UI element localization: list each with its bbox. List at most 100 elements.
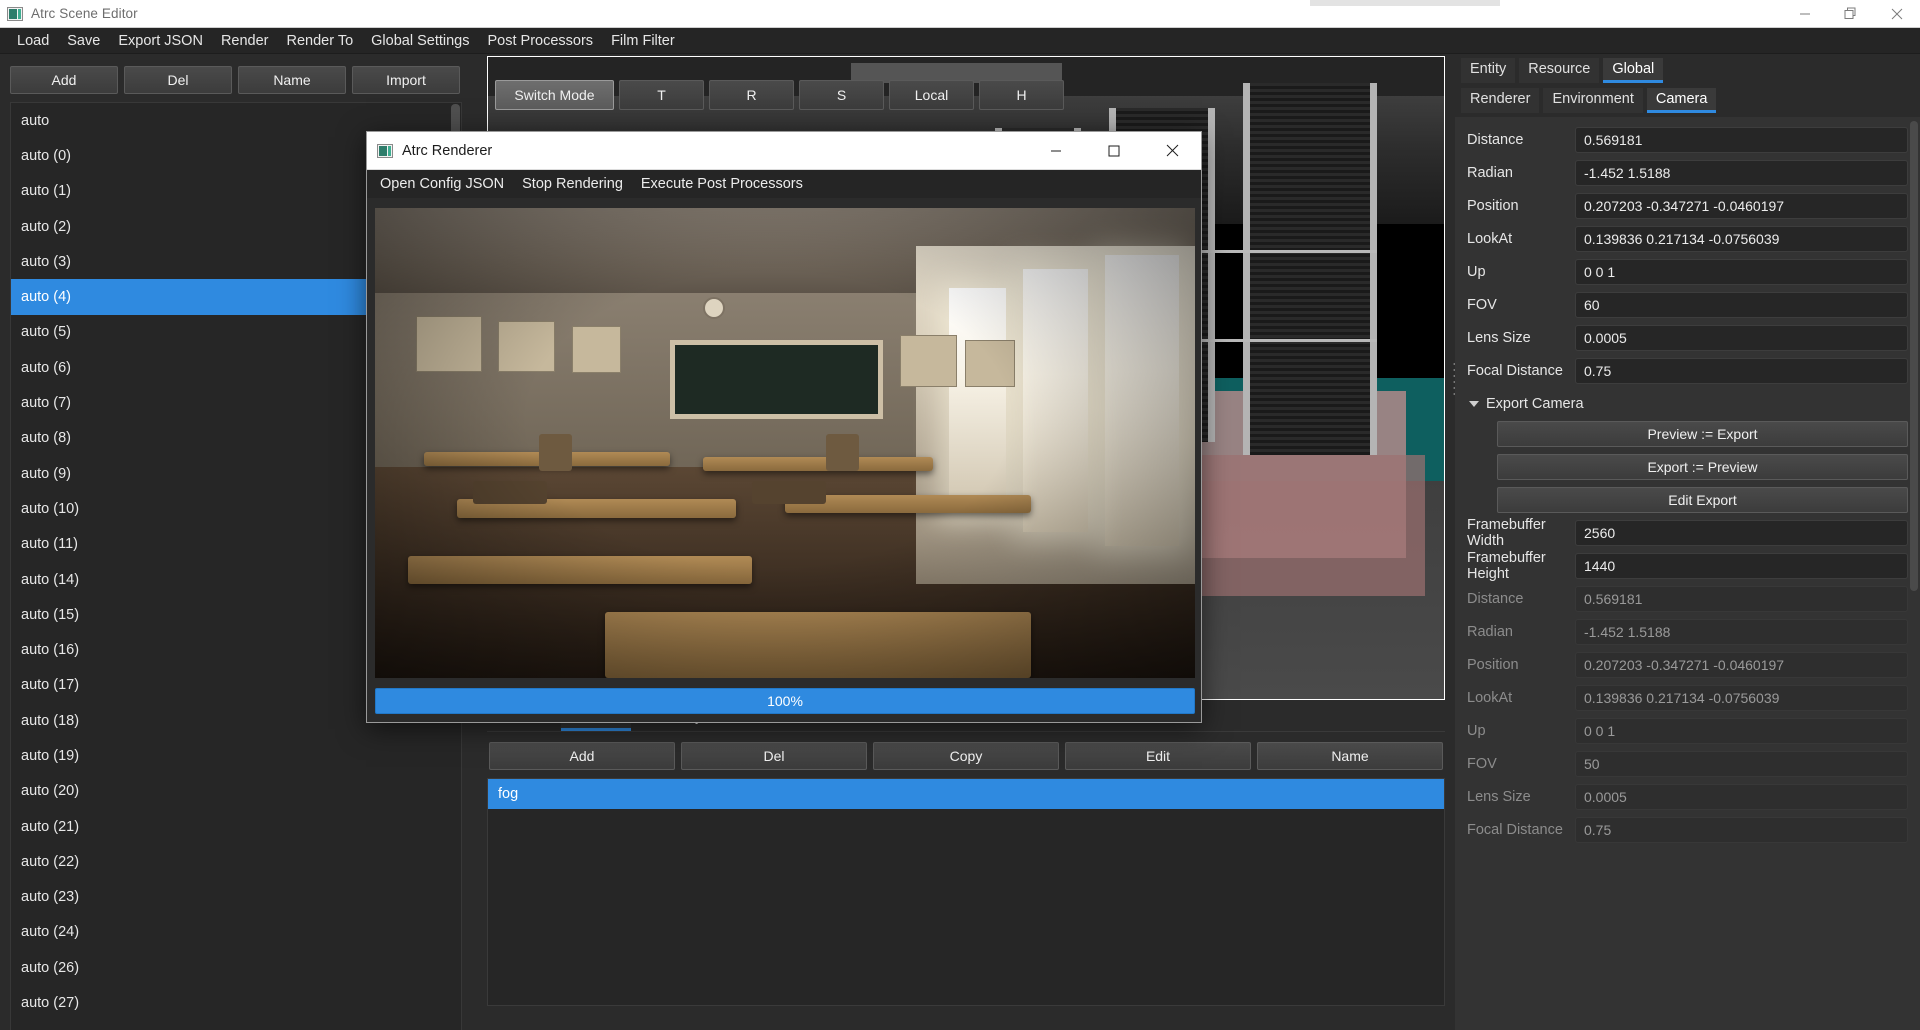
local-space-button[interactable]: Local — [889, 80, 974, 110]
titlebar-highlight — [1310, 0, 1500, 6]
preview-assign-export-button[interactable]: Preview := Export — [1497, 421, 1908, 447]
entity-list-item[interactable]: auto (24) — [11, 915, 461, 950]
entity-list-item[interactable]: auto (27) — [11, 985, 461, 1020]
tab-renderer[interactable]: Renderer — [1461, 88, 1540, 113]
tab-camera[interactable]: Camera — [1646, 88, 1717, 113]
entity-del-button[interactable]: Del — [124, 66, 232, 94]
tab-environment[interactable]: Environment — [1543, 88, 1643, 113]
window-title: Atrc Scene Editor — [31, 6, 138, 21]
renderer-maximize-icon[interactable] — [1085, 132, 1143, 170]
rotate-mode-button[interactable]: R — [709, 80, 794, 110]
camera-field: Focal Distance 0.75 — [1467, 358, 1908, 384]
resource-add-button[interactable]: Add — [489, 742, 675, 770]
camera-field: Distance 0.569181 — [1467, 127, 1908, 153]
close-icon[interactable] — [1874, 0, 1920, 28]
entity-list-item[interactable]: auto (19) — [11, 738, 461, 773]
properties-panel: Entity Resource Global Renderer Environm… — [1455, 56, 1920, 1030]
entity-list-item[interactable]: auto (20) — [11, 774, 461, 809]
resource-list-item[interactable]: fog — [488, 779, 1444, 809]
window-controls — [1782, 0, 1920, 28]
export-camera-field: FOV 50 — [1467, 751, 1908, 777]
menu-item-execute-post-processors[interactable]: Execute Post Processors — [632, 173, 812, 195]
renderer-minimize-icon[interactable] — [1027, 132, 1085, 170]
entity-import-button[interactable]: Import — [352, 66, 460, 94]
camera-field-value[interactable]: -1.452 1.5188 — [1575, 160, 1908, 186]
camera-field-label: FOV — [1467, 297, 1497, 313]
renderer-dialog[interactable]: Atrc Renderer Open Config JSON Stop Rend — [366, 131, 1202, 723]
entity-list-item-label: auto (17) — [21, 677, 80, 694]
renderer-dialog-window-controls — [1027, 132, 1201, 170]
camera-field-value[interactable]: 0.207203 -0.347271 -0.0460197 — [1575, 193, 1908, 219]
camera-field-value[interactable]: 0.75 — [1575, 358, 1908, 384]
resource-del-button[interactable]: Del — [681, 742, 867, 770]
app-logo-icon — [377, 143, 393, 158]
renderer-close-icon[interactable] — [1143, 132, 1201, 170]
menu-item-export-json[interactable]: Export JSON — [109, 30, 212, 52]
entity-list-item[interactable]: auto (26) — [11, 950, 461, 985]
menu-item-save[interactable]: Save — [58, 30, 109, 52]
resource-name-button[interactable]: Name — [1257, 742, 1443, 770]
entity-list-item-label: auto (22) — [21, 853, 80, 870]
render-preview-image — [375, 208, 1195, 678]
camera-field-label: LookAt — [1467, 231, 1513, 247]
menu-item-load[interactable]: Load — [8, 30, 58, 52]
resource-edit-button[interactable]: Edit — [1065, 742, 1251, 770]
renderer-dialog-titlebar: Atrc Renderer — [367, 132, 1201, 170]
menu-item-film-filter[interactable]: Film Filter — [602, 30, 684, 52]
camera-field-value[interactable]: 60 — [1575, 292, 1908, 318]
menu-item-global-settings[interactable]: Global Settings — [362, 30, 478, 52]
renderer-dialog-menubar: Open Config JSON Stop Rendering Execute … — [367, 170, 1201, 198]
resource-list[interactable]: fog — [487, 778, 1445, 1006]
framebuffer-field-value[interactable]: 2560 — [1575, 520, 1908, 546]
export-camera-group-header[interactable]: Export Camera — [1469, 396, 1908, 412]
entity-list-item-label: auto (9) — [21, 465, 71, 482]
minimize-icon[interactable] — [1782, 0, 1828, 28]
menu-item-post-processors[interactable]: Post Processors — [478, 30, 602, 52]
camera-field-value[interactable]: 0.0005 — [1575, 325, 1908, 351]
entity-list-item[interactable]: auto (23) — [11, 880, 461, 915]
export-camera-title: Export Camera — [1486, 396, 1584, 412]
menu-item-render[interactable]: Render — [212, 30, 278, 52]
hide-gizmo-button[interactable]: H — [979, 80, 1064, 110]
tab-global[interactable]: Global — [1603, 58, 1664, 83]
camera-field-value[interactable]: 0.569181 — [1575, 127, 1908, 153]
render-progress-bar: 100% — [375, 688, 1195, 714]
export-camera-field: Distance 0.569181 — [1467, 586, 1908, 612]
entity-list-item-label: auto (10) — [21, 500, 80, 517]
entity-add-button[interactable]: Add — [10, 66, 118, 94]
entity-list-item-label: auto (19) — [21, 747, 80, 764]
resource-copy-button[interactable]: Copy — [873, 742, 1059, 770]
menu-item-render-to[interactable]: Render To — [278, 30, 363, 52]
menu-item-open-config-json[interactable]: Open Config JSON — [371, 173, 513, 195]
framebuffer-field-value[interactable]: 1440 — [1575, 553, 1908, 579]
camera-field-value[interactable]: 0 0 1 — [1575, 259, 1908, 285]
entity-list-item[interactable]: auto (22) — [11, 844, 461, 879]
camera-field: Radian -1.452 1.5188 — [1467, 160, 1908, 186]
export-camera-field-value: 0 0 1 — [1575, 718, 1908, 744]
properties-scrollbar[interactable] — [1910, 121, 1918, 591]
export-camera-field: Focal Distance 0.75 — [1467, 817, 1908, 843]
resource-toolbar: Add Del Copy Edit Name — [487, 742, 1445, 770]
entity-list-item-label: auto (14) — [21, 571, 80, 588]
entity-list-item-label: auto (18) — [21, 712, 80, 729]
scale-mode-button[interactable]: S — [799, 80, 884, 110]
entity-list-item[interactable]: auto (21) — [11, 809, 461, 844]
restore-icon[interactable] — [1828, 0, 1874, 28]
menu-item-stop-rendering[interactable]: Stop Rendering — [513, 173, 632, 195]
entity-list-item-label: auto (24) — [21, 924, 80, 941]
caret-down-icon — [1469, 401, 1479, 407]
tab-resource[interactable]: Resource — [1519, 58, 1600, 83]
export-assign-preview-button[interactable]: Export := Preview — [1497, 454, 1908, 480]
translate-mode-button[interactable]: T — [619, 80, 704, 110]
export-camera-field-label: FOV — [1467, 756, 1497, 772]
export-camera-field: LookAt 0.139836 0.217134 -0.0756039 — [1467, 685, 1908, 711]
tab-entity[interactable]: Entity — [1461, 58, 1516, 83]
camera-field-label: Up — [1467, 264, 1486, 280]
edit-export-button[interactable]: Edit Export — [1497, 487, 1908, 513]
framebuffer-field-group: Framebuffer Width 2560 Framebuffer Height 1… — [1467, 517, 1908, 582]
camera-field-value[interactable]: 0.139836 0.217134 -0.0756039 — [1575, 226, 1908, 252]
entity-name-button[interactable]: Name — [238, 66, 346, 94]
switch-mode-button[interactable]: Switch Mode — [495, 80, 614, 110]
properties-primary-tabbar: Entity Resource Global — [1455, 56, 1920, 83]
framebuffer-field: Framebuffer Width 2560 — [1467, 517, 1908, 549]
